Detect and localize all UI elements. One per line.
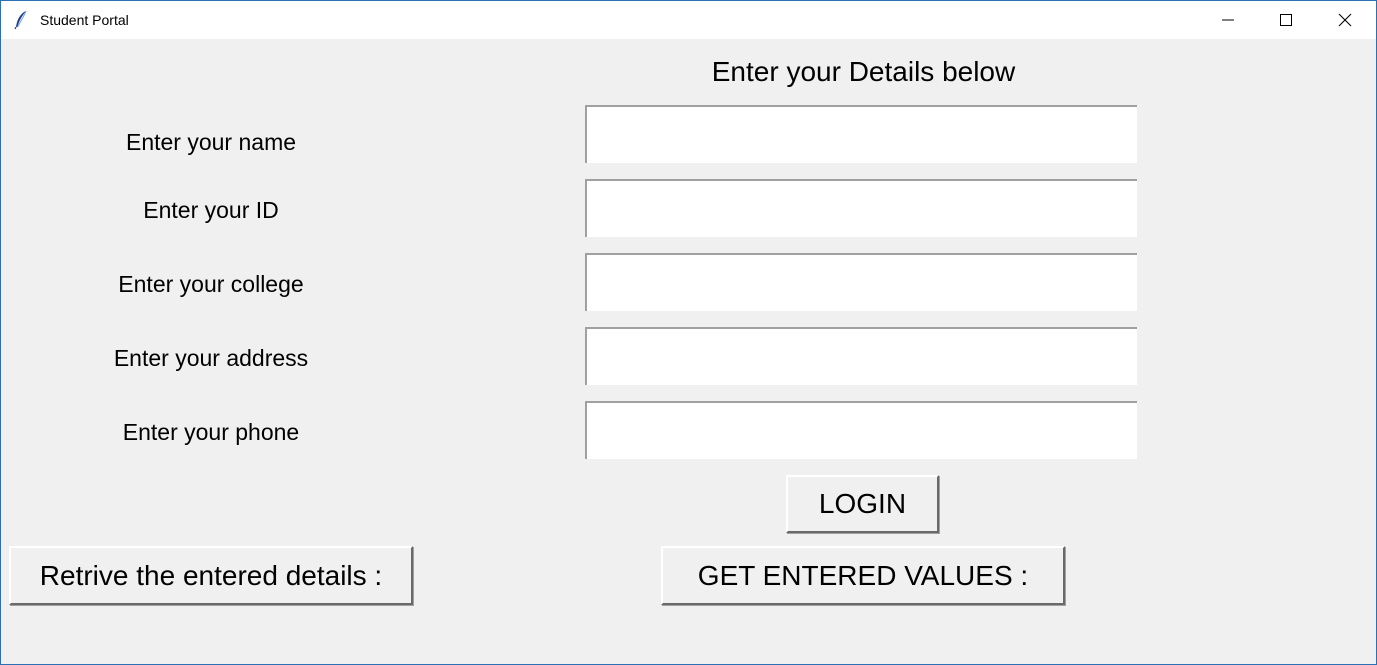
college-label: Enter your college	[118, 271, 304, 297]
name-label: Enter your name	[125, 129, 297, 155]
login-button[interactable]: LOGIN	[786, 475, 939, 533]
address-label: Enter your address	[113, 345, 309, 371]
name-input[interactable]	[585, 105, 1137, 163]
close-button[interactable]	[1317, 1, 1375, 39]
get-entered-values-button[interactable]: GET ENTERED VALUES :	[661, 546, 1065, 605]
maximize-button[interactable]	[1258, 1, 1316, 39]
form-heading: Enter your Details below	[711, 56, 1016, 87]
id-label: Enter your ID	[143, 197, 279, 223]
minimize-button[interactable]	[1200, 1, 1258, 39]
app-window: Student Portal Enter your Details below …	[0, 0, 1377, 665]
retrieve-details-button[interactable]: Retrive the entered details :	[9, 546, 413, 605]
address-input[interactable]	[585, 327, 1137, 385]
form-area: Enter your Details below Enter your name…	[1, 39, 1376, 664]
feather-icon	[13, 10, 29, 30]
id-input[interactable]	[585, 179, 1137, 237]
phone-input[interactable]	[585, 401, 1137, 459]
phone-label: Enter your phone	[122, 419, 300, 445]
window-title: Student Portal	[40, 12, 129, 28]
title-bar[interactable]: Student Portal	[1, 1, 1376, 39]
college-input[interactable]	[585, 253, 1137, 311]
